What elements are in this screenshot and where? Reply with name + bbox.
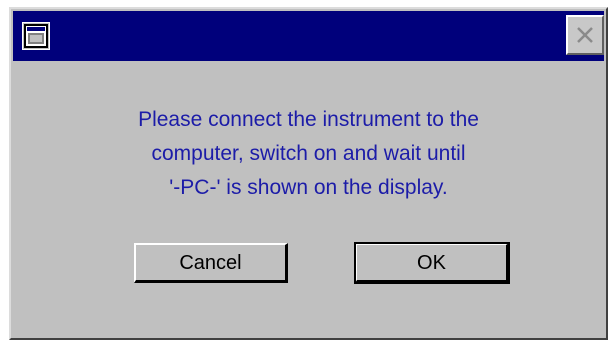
- title-bar[interactable]: [13, 11, 604, 61]
- dialog-window: Please connect the instrument to the com…: [9, 7, 608, 340]
- close-icon: [577, 27, 593, 43]
- dialog-message: Please connect the instrument to the com…: [11, 103, 606, 205]
- cancel-button[interactable]: Cancel: [134, 243, 288, 283]
- close-button[interactable]: [566, 15, 604, 55]
- window-app-icon[interactable]: [22, 22, 50, 50]
- message-line: computer, switch on and wait until: [151, 142, 466, 165]
- message-line: Please connect the instrument to the: [138, 108, 479, 131]
- message-line: '-PC-' is shown on the display.: [169, 176, 448, 199]
- ok-button[interactable]: OK: [354, 242, 510, 284]
